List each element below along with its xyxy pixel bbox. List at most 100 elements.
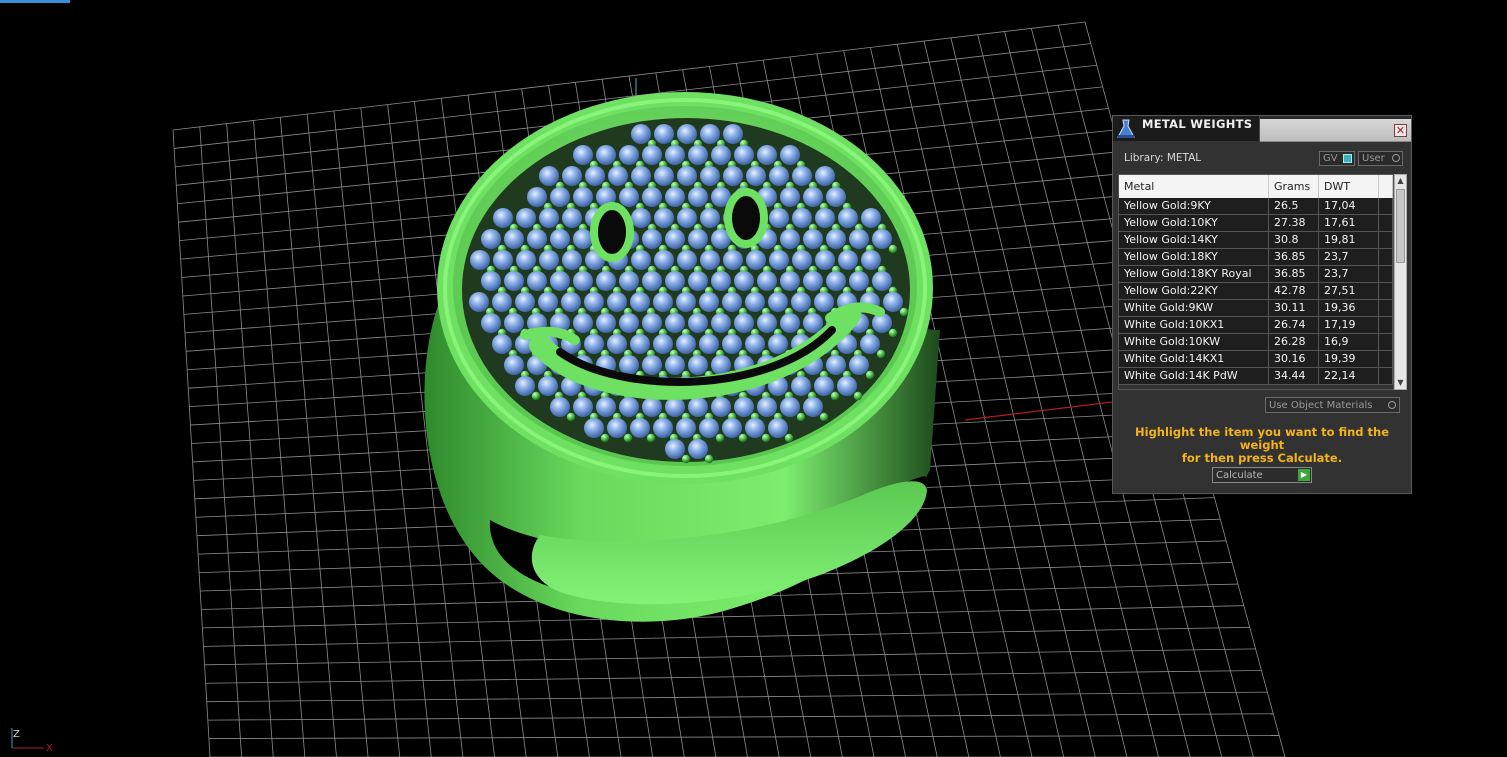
gemstone: [722, 418, 742, 438]
panel-titlebar[interactable]: METAL WEIGHTS ✕: [1113, 116, 1411, 142]
table-row[interactable]: White Gold:10KX1 26.74 17,19: [1119, 317, 1393, 334]
gemstone: [780, 313, 800, 333]
metal-cell: Yellow Gold:9KY: [1119, 198, 1269, 214]
gemstone: [768, 292, 788, 312]
table-scrollbar[interactable]: ▲ ▼: [1394, 174, 1407, 390]
table-row[interactable]: Yellow Gold:18KY 36.85 23,7: [1119, 249, 1393, 266]
gemstone: [619, 313, 639, 333]
metal-bead: [761, 433, 771, 443]
gemstone: [700, 250, 720, 270]
x-axis-line: [964, 401, 1113, 421]
gv-checkbox-icon: [1343, 154, 1352, 163]
gemstone: [826, 187, 846, 207]
gemstone: [837, 376, 857, 396]
table-row[interactable]: White Gold:14K PdW 34.44 22,14: [1119, 368, 1393, 385]
dwt-cell: 23,7: [1319, 249, 1379, 265]
gemstone: [631, 250, 651, 270]
gemstone: [711, 397, 731, 417]
radio-icon: [1388, 401, 1396, 409]
calculate-button[interactable]: Calculate ▶: [1212, 467, 1312, 483]
panel-title-tab[interactable]: METAL WEIGHTS: [1113, 116, 1260, 141]
gemstone: [699, 418, 719, 438]
gemstone: [699, 292, 719, 312]
gemstone: [745, 334, 765, 354]
metal-weights-panel: METAL WEIGHTS ✕ Library: METAL GV User M…: [1112, 115, 1412, 494]
gemstone: [631, 124, 651, 144]
gemstone: [734, 313, 754, 333]
gemstone: [481, 313, 501, 333]
scroll-thumb[interactable]: [1396, 189, 1405, 263]
flask-icon: [1117, 119, 1135, 138]
table-row[interactable]: Yellow Gold:18KY Royal 36.85 23,7: [1119, 266, 1393, 283]
gemstone: [515, 292, 535, 312]
table-row[interactable]: White Gold:9KW 30.11 19,36: [1119, 300, 1393, 317]
table-row[interactable]: White Gold:10KW 26.28 16,9: [1119, 334, 1393, 351]
gemstone: [803, 271, 823, 291]
gemstone: [619, 355, 639, 375]
metal-table[interactable]: Metal Grams DWT Yellow Gold:9KY 26.5 17,04…: [1118, 174, 1394, 390]
scroll-up-icon[interactable]: ▲: [1395, 175, 1406, 187]
scroll-down-icon[interactable]: ▼: [1395, 377, 1406, 389]
gemstone: [757, 313, 777, 333]
gemstone: [527, 271, 547, 291]
gemstone: [757, 397, 777, 417]
table-row[interactable]: White Gold:14KX1 30.16 19,39: [1119, 351, 1393, 368]
gemstone: [607, 334, 627, 354]
grid-line: [205, 670, 1262, 684]
user-toggle[interactable]: User: [1358, 151, 1403, 166]
gemstone: [677, 166, 697, 186]
grid-line: [203, 626, 1250, 647]
dwt-cell: 17,19: [1319, 317, 1379, 333]
close-button[interactable]: ✕: [1394, 124, 1407, 137]
gemstone: [688, 439, 708, 459]
gemstone: [803, 187, 823, 207]
gemstone: [676, 418, 696, 438]
gemstone: [722, 334, 742, 354]
panel-title: METAL WEIGHTS: [1142, 117, 1253, 131]
table-row[interactable]: Yellow Gold:22KY 42.78 27,51: [1119, 283, 1393, 300]
gemstone: [607, 418, 627, 438]
gemstone: [573, 187, 593, 207]
metal-bead: [853, 391, 863, 401]
metal-bead: [830, 391, 840, 401]
gemstone: [803, 229, 823, 249]
gemstone: [849, 271, 869, 291]
gemstone: [642, 271, 662, 291]
gemstone: [815, 208, 835, 228]
metal-cell: White Gold:14KX1: [1119, 351, 1269, 367]
gemstone: [516, 250, 536, 270]
gemstone: [791, 292, 811, 312]
gemstone: [711, 313, 731, 333]
grams-cell: 26.28: [1269, 334, 1319, 350]
column-header-grams[interactable]: Grams: [1269, 175, 1319, 198]
gv-toggle[interactable]: GV: [1319, 151, 1355, 166]
gemstone: [826, 355, 846, 375]
grid-line: [206, 691, 1268, 703]
metal-bead: [888, 244, 898, 254]
column-header-dwt[interactable]: DWT: [1319, 175, 1379, 198]
gemstone: [769, 250, 789, 270]
table-row[interactable]: Yellow Gold:14KY 30.8 19,81: [1119, 232, 1393, 249]
gemstone: [723, 250, 743, 270]
dwt-cell: 16,9: [1319, 334, 1379, 350]
gemstone: [780, 229, 800, 249]
gv-toggle-label: GV: [1323, 153, 1338, 164]
column-header-metal[interactable]: Metal: [1119, 175, 1269, 198]
table-row[interactable]: Yellow Gold:9KY 26.5 17,04: [1119, 198, 1393, 215]
gemstone: [642, 145, 662, 165]
grams-cell: 27.38: [1269, 215, 1319, 231]
grams-cell: 26.74: [1269, 317, 1319, 333]
use-object-materials-toggle[interactable]: Use Object Materials: [1265, 397, 1400, 413]
gemstone: [562, 208, 582, 228]
grams-cell: 36.85: [1269, 266, 1319, 282]
gemstone: [550, 229, 570, 249]
gemstone: [538, 376, 558, 396]
metal-bead: [899, 307, 909, 317]
grams-cell: 30.8: [1269, 232, 1319, 248]
gemstone: [631, 208, 651, 228]
gemstone: [711, 145, 731, 165]
table-row[interactable]: Yellow Gold:10KY 27.38 17,61: [1119, 215, 1393, 232]
gemstone: [803, 397, 823, 417]
gemstone: [619, 187, 639, 207]
gemstone: [607, 292, 627, 312]
